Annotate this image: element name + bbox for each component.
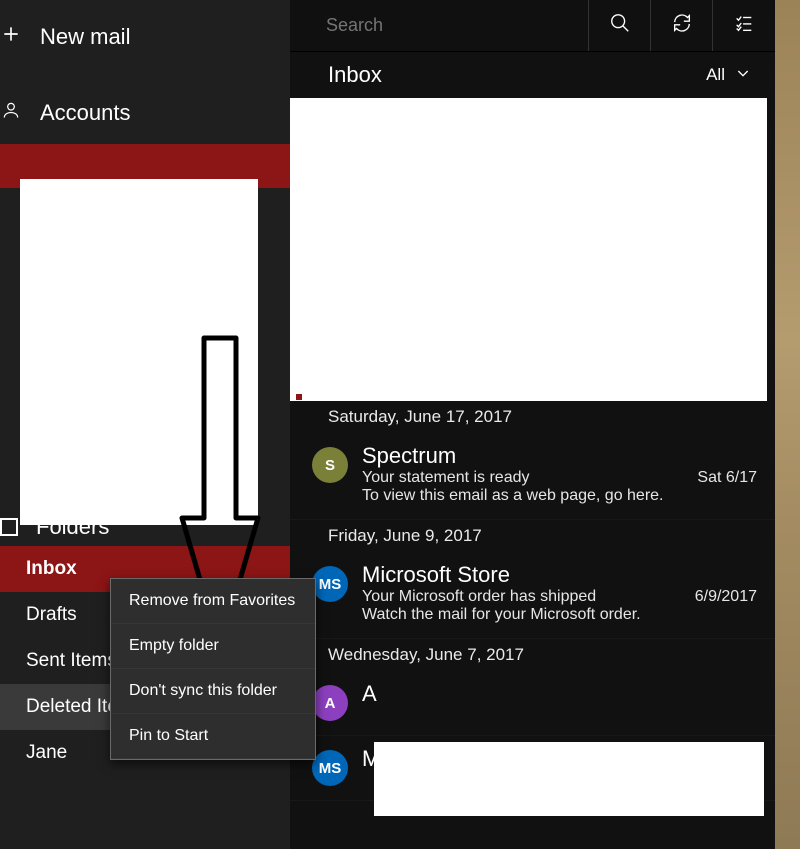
select-mode-button[interactable] — [713, 0, 775, 51]
message-body: A — [362, 681, 757, 721]
folder-label: Inbox — [26, 558, 77, 579]
accounts-label: Accounts — [40, 100, 131, 126]
date-separator: Friday, June 9, 2017 — [290, 520, 775, 552]
ctx-remove-favorites[interactable]: Remove from Favorites — [111, 579, 315, 624]
message-item[interactable]: S Spectrum Your statement is ready Sat 6… — [290, 433, 775, 520]
sidebar: New mail Accounts Folders Inbox Drafts S… — [0, 0, 290, 849]
ctx-empty-folder[interactable]: Empty folder — [111, 624, 315, 669]
avatar: S — [312, 447, 348, 483]
message-date: 6/9/2017 — [695, 588, 757, 606]
date-separator: Wednesday, June 7, 2017 — [290, 639, 775, 671]
folder-context-menu: Remove from Favorites Empty folder Don't… — [110, 578, 316, 760]
message-sender: Spectrum — [362, 443, 757, 469]
message-date: Sat 6/17 — [697, 469, 757, 487]
inbox-filter-button[interactable]: All — [706, 65, 751, 86]
redaction-block-sidebar — [20, 179, 258, 525]
search-icon — [609, 12, 631, 39]
search-button[interactable] — [589, 0, 651, 51]
folder-label: Jane — [26, 742, 67, 763]
avatar: A — [312, 685, 348, 721]
message-subject: Your Microsoft order has shipped — [362, 588, 596, 606]
ctx-label: Remove from Favorites — [129, 592, 295, 609]
new-mail-button[interactable]: New mail — [0, 14, 290, 60]
inbox-header: Inbox All — [290, 52, 775, 98]
message-item[interactable]: A A — [290, 671, 775, 736]
content-column: Inbox All Saturday, June 17, 2017 S Spec… — [290, 0, 775, 849]
message-item[interactable]: MS Microsoft Store Your Microsoft order … — [290, 552, 775, 639]
ctx-label: Pin to Start — [129, 727, 208, 744]
redaction-block-bottom-right — [374, 742, 764, 816]
ctx-label: Don't sync this folder — [129, 682, 277, 699]
plus-icon — [0, 24, 22, 50]
ctx-label: Empty folder — [129, 637, 219, 654]
avatar: MS — [312, 750, 348, 786]
redaction-block-message-list-top — [290, 98, 767, 401]
date-separator: Saturday, June 17, 2017 — [290, 401, 775, 433]
ctx-dont-sync[interactable]: Don't sync this folder — [111, 669, 315, 714]
chevron-down-icon — [735, 65, 751, 86]
toolbar — [290, 0, 775, 52]
refresh-button[interactable] — [651, 0, 713, 51]
folder-label: Drafts — [26, 604, 77, 625]
folder-label: Sent Items — [26, 650, 117, 671]
message-subject: Your statement is ready — [362, 469, 530, 487]
inbox-filter-label: All — [706, 65, 725, 85]
inbox-title: Inbox — [328, 62, 382, 88]
avatar: MS — [312, 566, 348, 602]
checklist-icon — [733, 12, 755, 39]
search-field[interactable] — [290, 0, 589, 51]
message-sender: Microsoft Store — [362, 562, 757, 588]
message-preview: Watch the mail for your Microsoft order. — [362, 606, 757, 624]
search-input[interactable] — [326, 15, 588, 36]
message-preview: To view this email as a web page, go her… — [362, 487, 757, 505]
folders-toggle-icon — [0, 518, 18, 536]
person-icon — [0, 100, 22, 126]
message-body: Spectrum Your statement is ready Sat 6/1… — [362, 443, 757, 505]
background-image-strip — [775, 0, 800, 849]
accounts-header[interactable]: Accounts — [0, 90, 290, 136]
ctx-pin-to-start[interactable]: Pin to Start — [111, 714, 315, 759]
new-mail-label: New mail — [40, 24, 130, 50]
refresh-icon — [671, 12, 693, 39]
message-body: Microsoft Store Your Microsoft order has… — [362, 562, 757, 624]
message-sender: A — [362, 681, 757, 707]
